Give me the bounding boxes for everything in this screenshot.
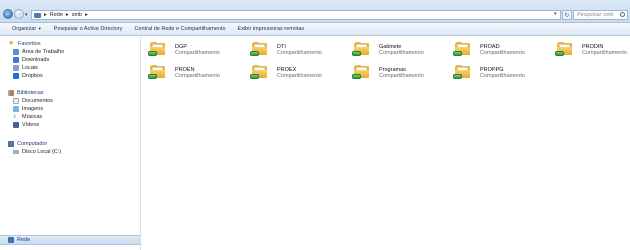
network-icon — [8, 237, 14, 243]
sidebar-item-downloads[interactable]: Downloads — [13, 57, 49, 63]
file-list: DGP Compartilhamento DTI Compartilhament… — [142, 37, 630, 250]
downloads-icon — [13, 57, 19, 63]
folder-type: Compartilhamento — [277, 73, 322, 79]
folder-item-programas[interactable]: Programas Compartilhamento — [352, 63, 452, 85]
folder-item-proad[interactable]: PROAD Compartilhamento — [453, 40, 553, 62]
search-active-directory-button[interactable]: Pesquisar o Active Directory — [48, 26, 129, 32]
sidebar-item-label: Rede — [17, 237, 31, 243]
folder-type: Compartilhamento — [480, 73, 525, 79]
sidebar-item-label: Locais — [22, 65, 38, 71]
back-button[interactable]: ← — [3, 9, 13, 19]
shared-folder-icon — [352, 65, 370, 79]
folder-type: Compartilhamento — [175, 50, 220, 56]
video-icon — [13, 122, 19, 128]
sidebar-item-label: Bibliotecas — [17, 90, 44, 96]
search-input[interactable]: Pesquisar smb — [573, 10, 628, 20]
forward-button[interactable]: → — [14, 9, 24, 19]
shared-folder-icon — [250, 42, 268, 56]
folder-item-dgp[interactable]: DGP Compartilhamento — [148, 40, 248, 62]
desktop-icon — [13, 49, 19, 55]
folder-item-dti[interactable]: DTI Compartilhamento — [250, 40, 350, 62]
breadcrumb-separator-icon[interactable]: ▸ — [66, 12, 69, 18]
sidebar-item-dropbox[interactable]: Dropbox — [13, 73, 43, 79]
music-note-icon: ♪ — [13, 113, 17, 120]
folder-type: Compartilhamento — [379, 73, 424, 79]
computer-icon — [8, 141, 14, 147]
folder-item-prodin[interactable]: PRODIN Compartilhamento — [555, 40, 630, 62]
star-icon: ★ — [8, 40, 15, 47]
remote-printers-button[interactable]: Exibir impressoras remotas — [232, 26, 311, 32]
address-bar: ← → ▾ ▸ Rede ▸ smb ▸ ▾ ↻ Pesquisar smb — [0, 0, 630, 23]
sidebar-computer[interactable]: Computador — [8, 141, 47, 147]
sidebar-network-selected[interactable]: Rede — [0, 235, 141, 245]
command-bar: Organizar ▼ Pesquisar o Active Directory… — [0, 23, 630, 36]
address-dropdown-icon[interactable]: ▾ — [554, 11, 557, 17]
folder-item-gabinete[interactable]: Gabinete Compartilhamento — [352, 40, 452, 62]
shared-folder-icon — [453, 65, 471, 79]
shared-folder-icon — [555, 42, 573, 56]
folder-type: Compartilhamento — [582, 50, 627, 56]
sidebar-item-label: Área de Trabalho — [22, 49, 65, 55]
sidebar-item-videos[interactable]: Vídeos — [13, 122, 39, 128]
sidebar-favorites[interactable]: ★ Favoritos — [8, 40, 41, 47]
back-arrow-icon: ← — [5, 11, 11, 17]
breadcrumb-rede[interactable]: Rede — [50, 12, 63, 18]
sidebar-item-label: Imagens — [22, 106, 44, 112]
recent-pages-dropdown-icon[interactable]: ▾ — [25, 12, 28, 18]
folder-type: Compartilhamento — [379, 50, 424, 56]
shared-folder-icon — [148, 42, 166, 56]
sidebar-item-label: Computador — [17, 141, 48, 147]
sidebar-item-desktop[interactable]: Área de Trabalho — [13, 49, 64, 55]
navigation-pane: ★ Favoritos Área de Trabalho Downloads L… — [0, 37, 141, 250]
sidebar-item-label: Vídeos — [22, 122, 40, 128]
breadcrumb-smb[interactable]: smb — [72, 12, 82, 18]
organize-label: Organizar — [12, 26, 37, 32]
folder-item-proen[interactable]: PROEN Compartilhamento — [148, 63, 248, 85]
sidebar-item-label: Favoritos — [18, 41, 41, 47]
folder-type: Compartilhamento — [480, 50, 525, 56]
network-icon — [34, 12, 41, 18]
sidebar-item-images[interactable]: Imagens — [13, 106, 43, 112]
folder-type: Compartilhamento — [175, 73, 220, 79]
forward-arrow-icon: → — [16, 11, 22, 17]
recent-places-icon — [13, 65, 19, 71]
folder-item-proex[interactable]: PROEX Compartilhamento — [250, 63, 350, 85]
pictures-icon — [13, 106, 19, 112]
shared-folder-icon — [453, 42, 471, 56]
sidebar-item-documents[interactable]: Documentos — [13, 98, 53, 104]
sidebar-item-places[interactable]: Locais — [13, 65, 38, 71]
chevron-down-icon: ▼ — [37, 26, 42, 31]
sidebar-network[interactable]: Rede — [8, 237, 30, 243]
search-icon — [620, 12, 625, 17]
refresh-icon: ↻ — [564, 12, 570, 19]
breadcrumb-separator-icon[interactable]: ▸ — [85, 12, 88, 18]
shared-folder-icon — [352, 42, 370, 56]
libraries-icon — [8, 90, 14, 96]
network-center-button[interactable]: Central de Rede e Compartilhamento — [128, 26, 231, 32]
sidebar-item-label: Documentos — [22, 98, 53, 104]
folder-type: Compartilhamento — [277, 50, 322, 56]
sidebar-item-local-disk[interactable]: Disco Local (C:) — [13, 149, 61, 155]
breadcrumb-separator-icon[interactable]: ▸ — [44, 12, 47, 18]
hard-disk-icon — [13, 150, 19, 154]
folder-item-proppg[interactable]: PROPPG Compartilhamento — [453, 63, 553, 85]
sidebar-item-label: Dropbox — [22, 73, 43, 79]
refresh-button[interactable]: ↻ — [562, 10, 572, 20]
address-field[interactable]: ▸ Rede ▸ smb ▸ — [31, 10, 561, 20]
sidebar-item-label: Downloads — [22, 57, 50, 63]
sidebar-item-music[interactable]: ♪ Músicas — [13, 113, 43, 120]
documents-icon — [13, 98, 19, 104]
sidebar-item-label: Disco Local (C:) — [22, 149, 62, 155]
shared-folder-icon — [148, 65, 166, 79]
sidebar-item-label: Músicas — [22, 114, 43, 120]
dropbox-icon — [13, 73, 19, 79]
organize-button[interactable]: Organizar ▼ — [6, 26, 48, 32]
shared-folder-icon — [250, 65, 268, 79]
sidebar-libraries[interactable]: Bibliotecas — [8, 90, 44, 96]
search-placeholder: Pesquisar smb — [577, 12, 614, 18]
